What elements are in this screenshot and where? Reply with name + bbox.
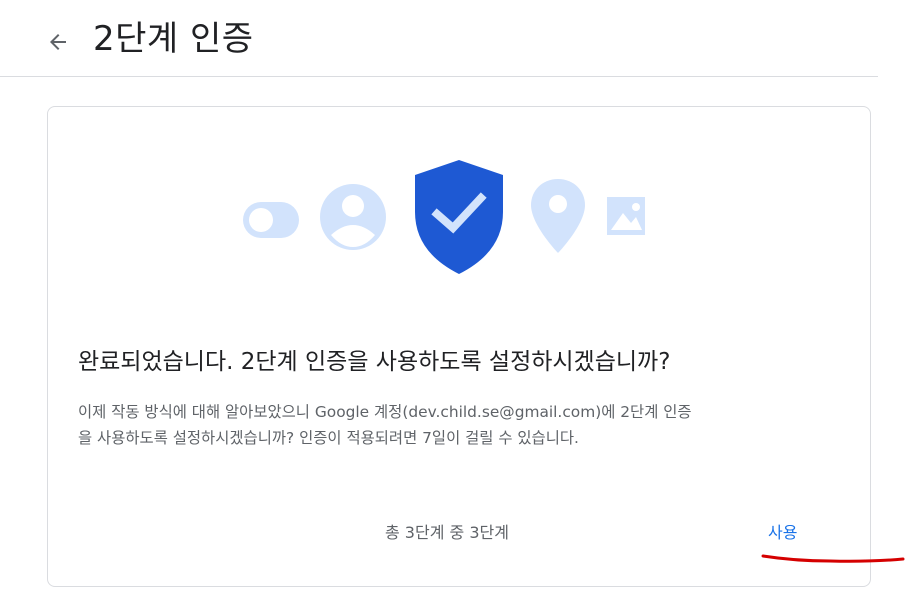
image-icon	[607, 197, 645, 235]
description-line: 을 사용하도록 설정하시겠습니까? 인증이 적용되려면 7일이 걸릴 수 있습니…	[78, 429, 579, 447]
back-button[interactable]	[38, 22, 78, 62]
red-annotation-underline	[761, 554, 905, 563]
description-line: 이제 작동 방식에 대해 알아보았으니 Google 계정(dev.child.…	[78, 403, 692, 421]
arrow-back-icon	[50, 34, 66, 50]
confirmation-card: 완료되었습니다. 2단계 인증을 사용하도록 설정하시겠습니까? 이제 작동 방…	[47, 106, 871, 587]
page-header: 2단계 인증	[0, 0, 878, 77]
page-title: 2단계 인증	[93, 19, 254, 59]
shield-check-icon	[415, 160, 503, 274]
confirmation-headline: 완료되었습니다. 2단계 인증을 사용하도록 설정하시겠습니까?	[78, 349, 671, 375]
account-circle-icon	[320, 184, 386, 250]
confirmation-description: 이제 작동 방식에 대해 알아보았으니 Google 계정(dev.child.…	[78, 399, 848, 451]
toggle-icon	[243, 202, 299, 238]
location-pin-icon	[531, 179, 585, 253]
step-indicator: 총 3단계 중 3단계	[385, 523, 509, 542]
illustration	[243, 160, 645, 274]
